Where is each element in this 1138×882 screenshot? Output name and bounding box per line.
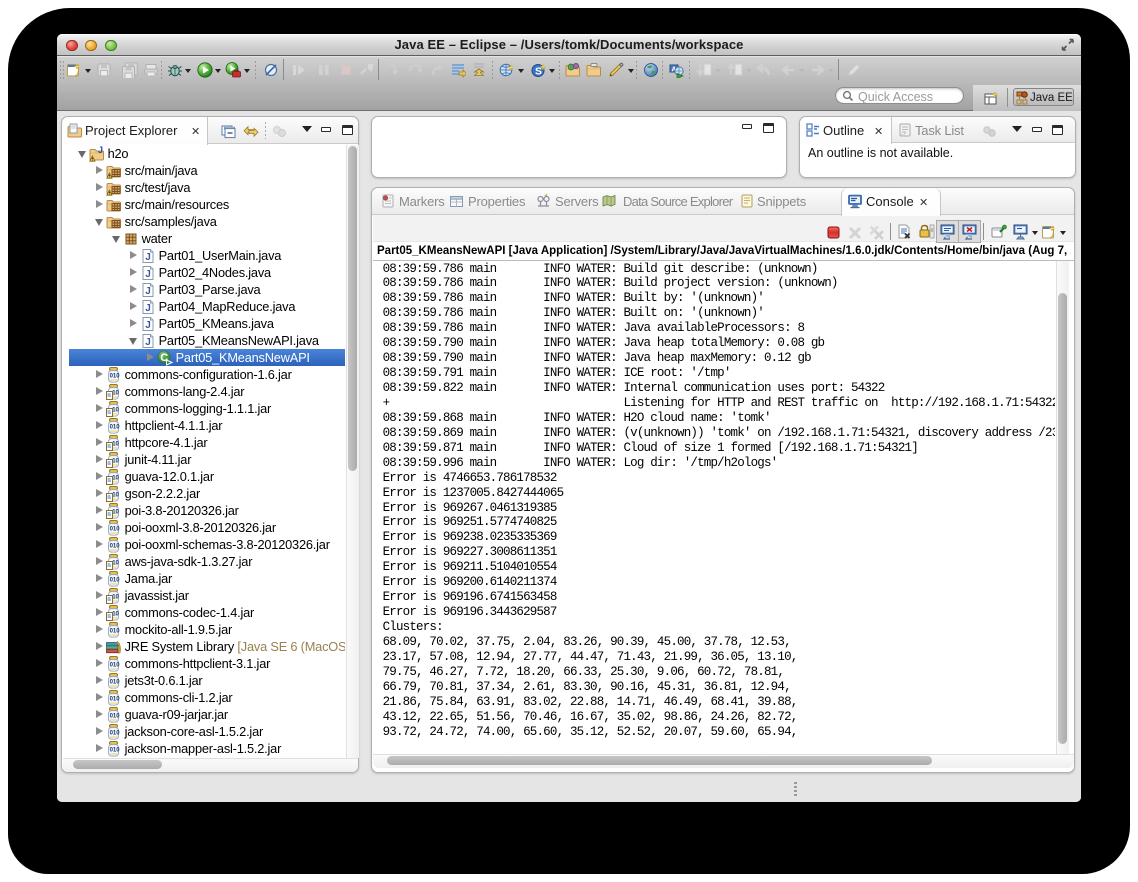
svg-text:010: 010: [110, 373, 121, 379]
svg-text:010: 010: [110, 424, 121, 430]
svg-text:J: J: [145, 337, 151, 348]
svg-text:10: 10: [112, 611, 119, 617]
svg-text:10: 10: [112, 407, 119, 413]
svg-text:010: 010: [110, 526, 121, 532]
svg-text:J: J: [145, 252, 151, 263]
svg-text:10: 10: [112, 560, 119, 566]
svg-text:J: J: [145, 269, 151, 280]
svg-text:010: 010: [110, 713, 121, 719]
svg-text:10: 10: [112, 458, 119, 464]
svg-text:010: 010: [110, 577, 121, 583]
svg-text:10: 10: [112, 441, 119, 447]
svg-text:J: J: [145, 303, 151, 314]
svg-text:010: 010: [110, 662, 121, 668]
svg-text:010: 010: [110, 679, 121, 685]
svg-text:J: J: [145, 320, 151, 331]
svg-text:10: 10: [112, 509, 119, 515]
svg-text:J: J: [145, 286, 151, 297]
svg-text:010: 010: [110, 730, 121, 736]
svg-text:J: J: [98, 146, 103, 155]
svg-text:010: 010: [110, 628, 121, 634]
svg-text:010: 010: [110, 747, 121, 753]
svg-text:10: 10: [112, 492, 119, 498]
svg-text:10: 10: [112, 594, 119, 600]
svg-text:10: 10: [112, 390, 119, 396]
svg-text:10: 10: [112, 475, 119, 481]
svg-text:010: 010: [110, 696, 121, 702]
svg-text:010: 010: [110, 543, 121, 549]
